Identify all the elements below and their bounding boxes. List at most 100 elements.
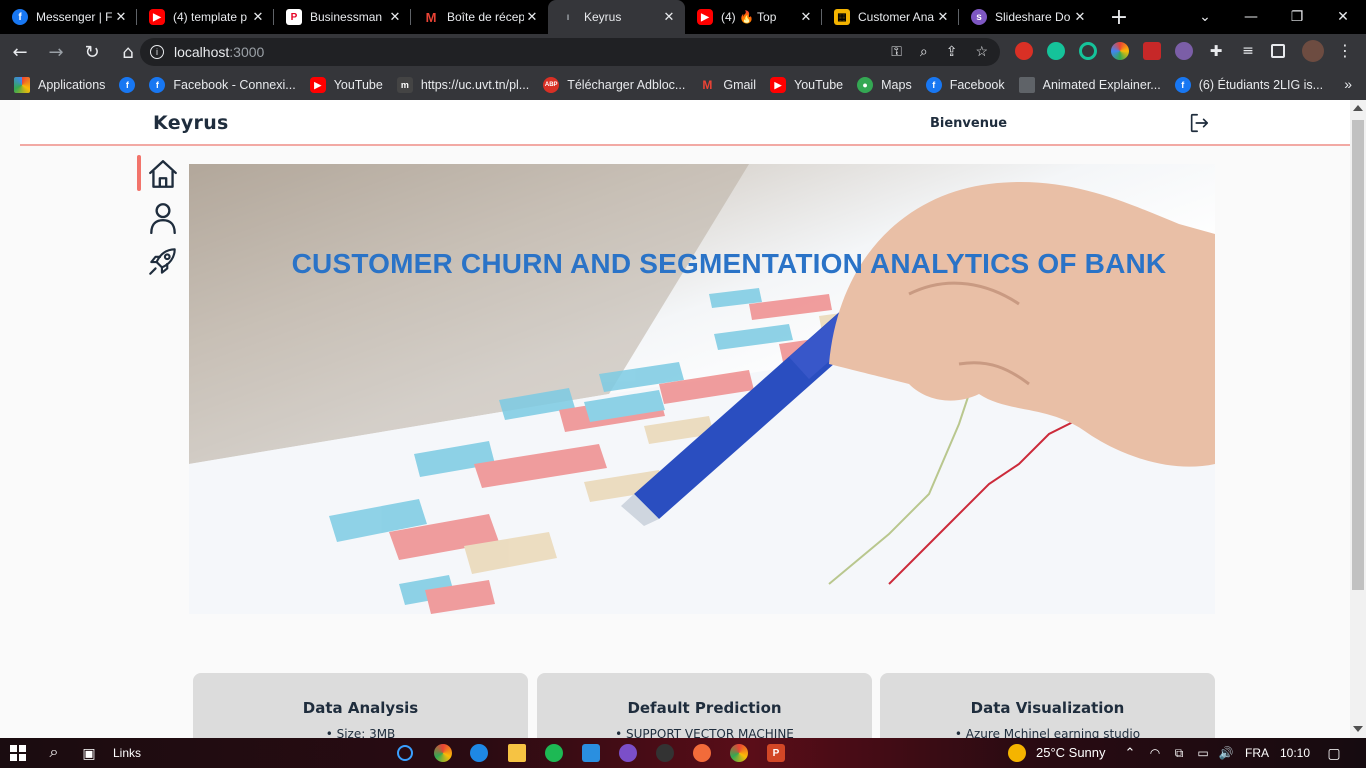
p-logo-icon: P <box>286 9 302 25</box>
tab-gmail[interactable]: M Boîte de récep ✕ <box>411 0 548 34</box>
browser-toolbar: ← → ↻ ⌂ i localhost:3000 ⚿ ⌕ ⇪ ☆ <box>0 34 1366 70</box>
chevron-up-icon[interactable]: ⌃ <box>1121 744 1139 762</box>
bookmark-etudiants[interactable]: f (6) Étudiants 2LIG is... <box>1174 77 1323 93</box>
notifications-icon[interactable]: ▢ <box>1325 744 1343 762</box>
bookmark-adblock[interactable]: ABP Télécharger Adbloc... <box>543 77 685 93</box>
tab-businessman[interactable]: P Businessman ✕ <box>274 0 411 34</box>
address-bar[interactable]: i localhost:3000 ⚿ ⌕ ⇪ ☆ <box>140 38 1000 66</box>
forward-icon[interactable]: → <box>40 36 72 68</box>
postman-icon[interactable] <box>693 744 711 762</box>
close-tab-icon[interactable]: ✕ <box>387 9 403 25</box>
tab-youtube-top[interactable]: ▶ (4) 🔥 Top ✕ <box>685 0 822 34</box>
tab-slideshare[interactable]: s Slideshare Do ✕ <box>959 0 1096 34</box>
edge-icon[interactable] <box>470 744 488 762</box>
battery-icon[interactable]: ▭ <box>1194 744 1212 762</box>
app-icon[interactable] <box>656 744 674 762</box>
key-icon[interactable]: ⚿ <box>891 43 902 60</box>
home-icon[interactable] <box>146 157 180 191</box>
new-tab-button[interactable]: + <box>1102 0 1136 34</box>
facebook-icon: f <box>12 9 28 25</box>
back-icon[interactable]: ← <box>4 36 36 68</box>
language-indicator[interactable]: FRA <box>1245 746 1269 760</box>
minimize-button[interactable]: — <box>1228 0 1274 34</box>
bookmark-animated-explainer[interactable]: Animated Explainer... <box>1018 77 1161 93</box>
chrome-icon[interactable] <box>434 744 452 762</box>
tab-title: (4) template p <box>173 10 248 24</box>
volume-icon[interactable]: 🔊 <box>1217 744 1235 762</box>
extension-icon[interactable] <box>1175 42 1193 60</box>
sidepanel-icon[interactable] <box>1271 44 1285 58</box>
adblock-extension-icon[interactable] <box>1015 42 1033 60</box>
clock[interactable]: 10:10 <box>1280 746 1310 760</box>
grammarly-extension-icon[interactable] <box>1047 42 1065 60</box>
tab-messenger[interactable]: f Messenger | F ✕ <box>0 0 137 34</box>
more-menu-icon[interactable]: ⋮ <box>1336 42 1354 60</box>
task-view-icon[interactable]: ▣ <box>80 744 98 762</box>
bookmark-facebook[interactable]: f Facebook <box>925 77 1005 93</box>
links-toolbar-label[interactable]: Links <box>113 746 141 760</box>
card-data-analysis[interactable]: Data Analysis • Size: 3MB <box>193 673 528 738</box>
restore-button[interactable]: ❐ <box>1274 0 1320 34</box>
page-scrollbar[interactable] <box>1350 100 1366 738</box>
bookmark-label: Facebook <box>949 78 1005 92</box>
media-icon[interactable]: ≡ <box>1239 42 1257 60</box>
user-icon[interactable] <box>146 200 180 234</box>
file-explorer-icon[interactable] <box>508 744 526 762</box>
close-tab-icon[interactable]: ✕ <box>524 9 540 25</box>
bookmark-uvt[interactable]: m https://uc.uvt.tn/pl... <box>396 77 529 93</box>
chrome-icon[interactable] <box>730 744 748 762</box>
network-icon[interactable]: ⧉ <box>1170 744 1188 762</box>
extension-icon[interactable] <box>1143 42 1161 60</box>
bookmark-maps[interactable]: ● Maps <box>857 77 912 93</box>
github-desktop-icon[interactable] <box>619 744 637 762</box>
bookmark-facebook-icon-only[interactable]: f <box>119 77 136 93</box>
extension-icon[interactable] <box>1079 42 1097 60</box>
tab-keyrus[interactable]: ı Keyrus ✕ <box>548 0 685 34</box>
bookmark-gmail[interactable]: M Gmail <box>699 77 756 93</box>
brand-logo[interactable]: Keyrus <box>153 112 229 134</box>
bookmark-youtube-2[interactable]: ▶ YouTube <box>770 77 843 93</box>
bookmark-label: Gmail <box>723 78 756 92</box>
card-title: Default Prediction <box>627 699 782 717</box>
zoom-icon[interactable]: ⌕ <box>920 43 928 60</box>
card-data-visualization[interactable]: Data Visualization • Azure Mchinel earni… <box>880 673 1215 738</box>
logout-icon[interactable] <box>1188 112 1210 134</box>
close-tab-icon[interactable]: ✕ <box>250 9 266 25</box>
search-icon[interactable]: ⌕ <box>45 744 63 762</box>
colorpicker-extension-icon[interactable] <box>1111 42 1129 60</box>
tab-youtube-template[interactable]: ▶ (4) template p ✕ <box>137 0 274 34</box>
facebook-icon: f <box>1174 77 1191 93</box>
spotify-icon[interactable] <box>545 744 563 762</box>
rocket-icon[interactable] <box>146 244 180 278</box>
close-tab-icon[interactable]: ✕ <box>113 9 129 25</box>
info-icon[interactable]: i <box>150 45 164 59</box>
vscode-icon[interactable] <box>582 744 600 762</box>
scroll-down-icon[interactable] <box>1353 726 1363 732</box>
close-tab-icon[interactable]: ✕ <box>1072 9 1088 25</box>
tab-search-icon[interactable]: ⌄ <box>1182 0 1228 34</box>
profile-avatar[interactable] <box>1302 40 1324 62</box>
close-window-button[interactable]: ✕ <box>1320 0 1366 34</box>
close-tab-icon[interactable]: ✕ <box>661 9 677 25</box>
wifi-icon[interactable]: ◠ <box>1146 744 1164 762</box>
windows-start-icon[interactable] <box>9 744 27 762</box>
bookmark-facebook-connexion[interactable]: f Facebook - Connexi... <box>149 77 296 93</box>
reload-icon[interactable]: ↻ <box>76 36 108 68</box>
close-tab-icon[interactable]: ✕ <box>798 9 814 25</box>
maps-pin-icon: ● <box>857 77 874 93</box>
bookmark-star-icon[interactable]: ☆ <box>975 43 988 60</box>
more-bookmarks-icon[interactable]: » <box>1344 76 1352 92</box>
close-tab-icon[interactable]: ✕ <box>935 9 951 25</box>
puzzle-icon[interactable]: ✚ <box>1207 42 1225 60</box>
scroll-up-icon[interactable] <box>1353 105 1363 111</box>
scrollbar-thumb[interactable] <box>1352 120 1364 590</box>
bookmark-label: YouTube <box>794 78 844 92</box>
share-icon[interactable]: ⇪ <box>946 43 958 60</box>
powerpoint-icon[interactable]: P <box>767 744 785 762</box>
card-default-prediction[interactable]: Default Prediction • SUPPORT VECTOR MACH… <box>537 673 872 738</box>
cortana-icon[interactable] <box>397 745 413 761</box>
tab-customer-analytics[interactable]: ▦ Customer Ana ✕ <box>822 0 959 34</box>
bookmark-applications[interactable]: Applications <box>14 77 105 93</box>
weather-text[interactable]: 25°C Sunny <box>1036 745 1106 760</box>
bookmark-youtube[interactable]: ▶ YouTube <box>309 77 383 93</box>
